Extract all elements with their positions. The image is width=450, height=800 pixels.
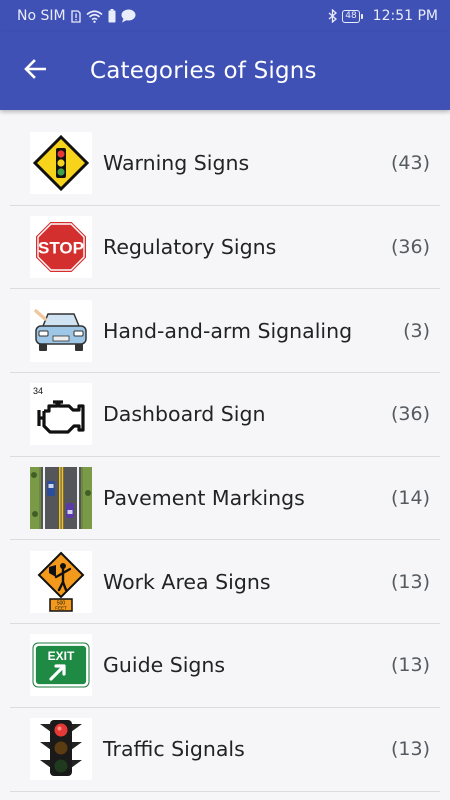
clock: 12:51 PM <box>372 8 438 24</box>
category-item-warning-signs[interactable]: Warning Signs (43) <box>10 122 440 206</box>
category-count: (36) <box>390 236 430 259</box>
car-hand-signal-icon <box>30 299 92 362</box>
category-count: (3) <box>403 319 430 342</box>
traffic-light-warning-sign-icon <box>30 132 92 195</box>
road-lanes-icon <box>30 467 92 530</box>
svg-text:STOP: STOP <box>38 239 84 258</box>
check-engine-light-icon: 34 <box>30 383 92 446</box>
category-count: (43) <box>390 152 430 175</box>
category-label: Dashboard Sign <box>103 402 266 427</box>
battery-icon: 48 <box>342 9 364 23</box>
category-label: Hand-and-arm Signaling <box>103 318 353 343</box>
category-item-dashboard-sign[interactable]: 34 Dashboard Sign (36) <box>10 373 440 457</box>
status-bar: No SIM 48 12:51 PM <box>0 0 450 32</box>
dashboard-number-label: 34 <box>33 386 43 396</box>
category-label: Guide Signs <box>103 653 226 678</box>
exit-sign-icon: EXIT <box>30 634 92 697</box>
category-item-traffic-signals[interactable]: Traffic Signals (13) <box>10 708 440 792</box>
category-list: Warning Signs (43) STOP Regulatory Signs… <box>10 122 440 792</box>
flagger-sign-icon: 500 FEET <box>30 550 92 613</box>
category-count: (36) <box>390 403 430 426</box>
category-count: (13) <box>390 738 430 761</box>
category-label: Work Area Signs <box>103 569 271 594</box>
app-bar: Categories of Signs <box>0 32 450 110</box>
page-title: Categories of Signs <box>90 58 317 84</box>
stop-sign-icon: STOP <box>30 216 92 279</box>
category-item-regulatory-signs[interactable]: STOP Regulatory Signs (36) <box>10 206 440 290</box>
carrier-label: No SIM <box>17 8 66 24</box>
svg-text:EXIT: EXIT <box>48 649 75 663</box>
back-button[interactable] <box>0 32 70 110</box>
category-item-hand-and-arm-signaling[interactable]: Hand-and-arm Signaling (3) <box>10 289 440 374</box>
category-item-pavement-markings[interactable]: Pavement Markings (14) <box>10 457 440 541</box>
battery-saver-icon <box>108 9 116 23</box>
traffic-signal-icon <box>30 718 92 781</box>
category-item-guide-signs[interactable]: EXIT Guide Signs (13) <box>10 624 440 708</box>
category-label: Traffic Signals <box>103 737 245 762</box>
bluetooth-icon <box>328 9 338 23</box>
sim-alert-icon <box>70 9 81 23</box>
wifi-icon <box>86 9 103 23</box>
category-count: (14) <box>390 487 430 510</box>
svg-text:FEET: FEET <box>55 605 67 610</box>
category-item-work-area-signs[interactable]: 500 FEET Work Area Signs (13) <box>10 540 440 625</box>
category-count: (13) <box>390 654 430 677</box>
category-label: Warning Signs <box>103 151 250 176</box>
message-icon <box>121 9 136 23</box>
category-count: (13) <box>390 570 430 593</box>
arrow-left-icon <box>24 59 47 83</box>
category-label: Regulatory Signs <box>103 235 277 260</box>
category-label: Pavement Markings <box>103 486 305 511</box>
